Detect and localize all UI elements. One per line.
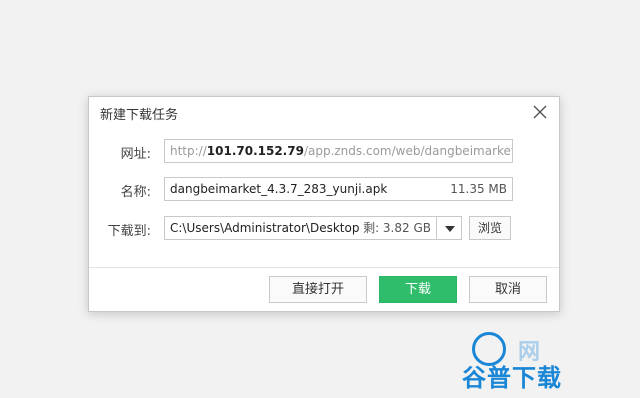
- url-label: 网址:: [120, 147, 151, 162]
- close-button[interactable]: [531, 103, 549, 121]
- open-directly-button[interactable]: 直接打开: [269, 276, 367, 303]
- watermark-text: 谷普下载: [462, 364, 562, 392]
- new-download-dialog: 新建下载任务 网址: http://101.70.152.79/app.znds…: [88, 96, 560, 312]
- cancel-button[interactable]: 取消: [469, 276, 547, 303]
- download-button[interactable]: 下载: [379, 276, 457, 303]
- url-host: 101.70.152.79: [206, 144, 304, 158]
- file-size: 11.35 MB: [450, 182, 507, 196]
- url-field[interactable]: http://101.70.152.79/app.znds.com/web/da…: [164, 139, 513, 163]
- browse-button[interactable]: 浏览: [469, 216, 511, 240]
- divider: [89, 267, 559, 268]
- save-path-field[interactable]: C:\Users\Administrator\Desktop 剩: 3.82 G…: [164, 216, 437, 240]
- file-name-field[interactable]: dangbeimarket_4.3.7_283_yunji.apk 11.35 …: [164, 177, 513, 201]
- dialog-titlebar: 新建下载任务: [89, 97, 559, 127]
- name-label: 名称:: [120, 185, 151, 200]
- free-space: 剩: 3.82 GB: [360, 217, 431, 239]
- path-dropdown-button[interactable]: [436, 216, 462, 240]
- close-icon: [533, 105, 547, 119]
- file-name-value: dangbeimarket_4.3.7_283_yunji.apk: [170, 182, 388, 196]
- chevron-down-icon: [445, 226, 455, 232]
- save-to-label: 下载到:: [107, 224, 151, 239]
- save-path-value: C:\Users\Administrator\Desktop: [170, 221, 360, 235]
- watermark-logo: 网 谷普下载: [458, 330, 628, 392]
- dialog-title: 新建下载任务: [100, 108, 179, 123]
- url-rest: /app.znds.com/web/dangbeimarket_4.: [303, 144, 513, 158]
- url-prefix: http://: [170, 144, 207, 158]
